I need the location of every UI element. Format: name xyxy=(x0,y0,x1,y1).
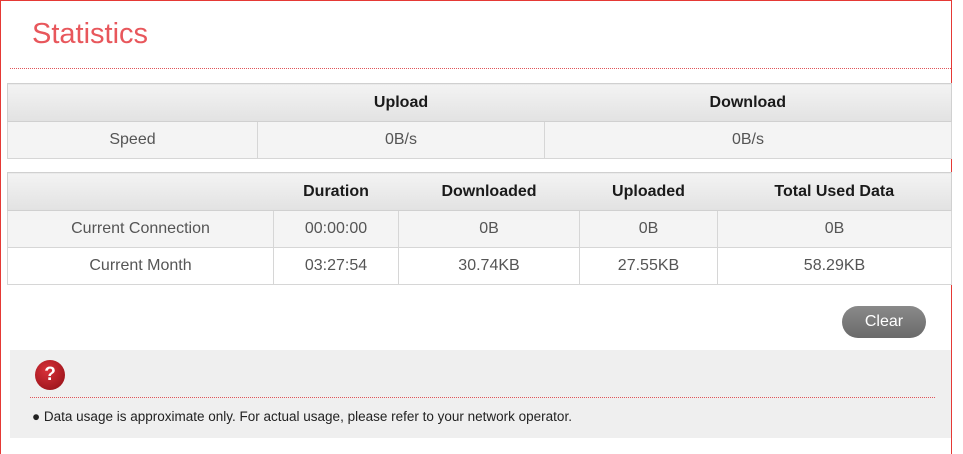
page-title: Statistics xyxy=(32,18,149,50)
download-speed-value: 0B/s xyxy=(544,121,952,159)
speed-label: Speed xyxy=(7,121,258,159)
total-used-value: 58.29KB xyxy=(717,247,952,285)
usage-table: Duration Downloaded Uploaded Total Used … xyxy=(7,172,952,285)
speed-header-empty xyxy=(7,83,258,122)
table-row-current-connection: Current Connection 00:00:00 0B 0B 0B xyxy=(7,210,952,248)
table-row-current-month: Current Month 03:27:54 30.74KB 27.55KB 5… xyxy=(7,247,952,285)
speed-row: Speed 0B/s 0B/s xyxy=(7,121,952,159)
uploaded-value: 0B xyxy=(579,210,718,248)
uploaded-value: 27.55KB xyxy=(579,247,718,285)
duration-value: 03:27:54 xyxy=(273,247,399,285)
usage-header-total: Total Used Data xyxy=(717,172,952,211)
clear-button[interactable]: Clear xyxy=(842,306,926,338)
speed-header-download: Download xyxy=(544,83,952,122)
usage-header-downloaded: Downloaded xyxy=(398,172,580,211)
downloaded-value: 30.74KB xyxy=(398,247,580,285)
title-divider xyxy=(10,68,951,69)
upload-speed-value: 0B/s xyxy=(257,121,545,159)
usage-header-row: Duration Downloaded Uploaded Total Used … xyxy=(7,172,952,211)
help-note: ● Data usage is approximate only. For ac… xyxy=(32,409,572,424)
speed-header-upload: Upload xyxy=(257,83,545,122)
row-label: Current Month xyxy=(7,247,274,285)
downloaded-value: 0B xyxy=(398,210,580,248)
usage-header-empty xyxy=(7,172,274,211)
usage-header-duration: Duration xyxy=(273,172,399,211)
total-used-value: 0B xyxy=(717,210,952,248)
help-divider xyxy=(30,397,935,398)
help-section: ? ● Data usage is approximate only. For … xyxy=(10,350,951,438)
question-icon[interactable]: ? xyxy=(35,360,65,390)
row-label: Current Connection xyxy=(7,210,274,248)
duration-value: 00:00:00 xyxy=(273,210,399,248)
speed-table: Upload Download Speed 0B/s 0B/s xyxy=(7,83,952,159)
usage-header-uploaded: Uploaded xyxy=(579,172,718,211)
speed-header-row: Upload Download xyxy=(7,83,952,122)
